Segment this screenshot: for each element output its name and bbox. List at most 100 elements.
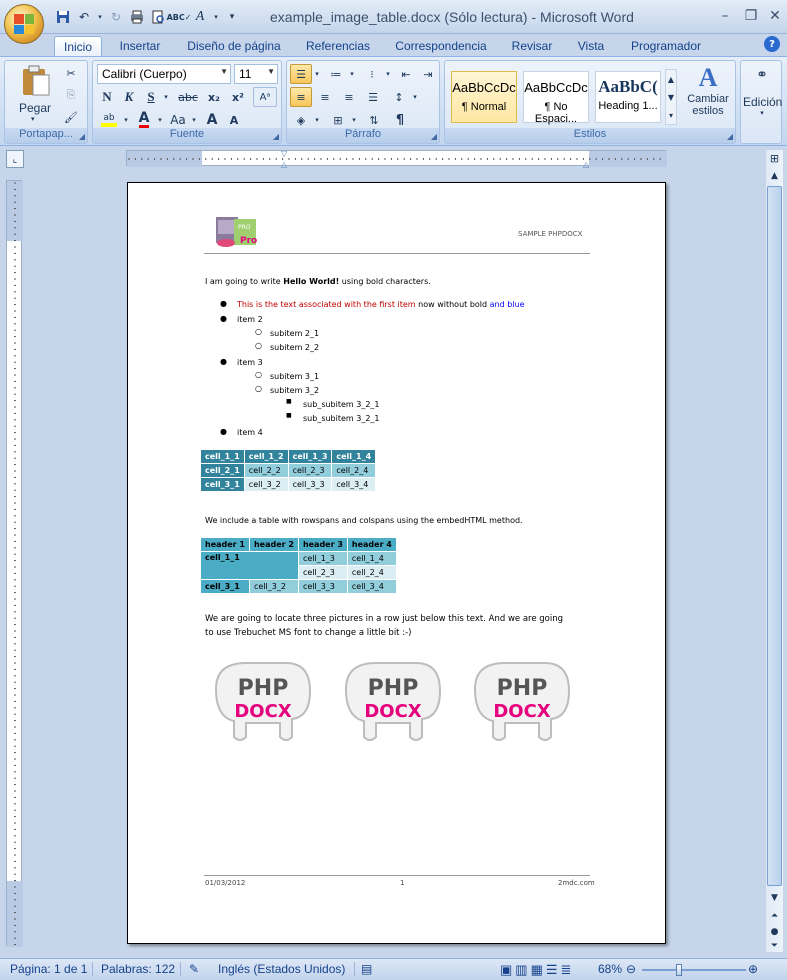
table-cell[interactable]: cell_1_1 — [200, 551, 299, 580]
borders-dropdown-icon[interactable]: ▾ — [349, 110, 359, 130]
change-case-button[interactable]: Aa — [167, 110, 189, 130]
tab-vista[interactable]: Vista — [572, 36, 610, 58]
first-line-indent-icon[interactable]: ▽ — [281, 149, 291, 158]
restore-icon[interactable]: ❐ — [740, 7, 762, 25]
tab-diseno-pagina[interactable]: Diseño de página — [182, 36, 286, 58]
next-page-icon[interactable]: ⏷ — [766, 938, 783, 954]
style-normal[interactable]: AaBbCcDc ¶ Normal — [451, 71, 517, 123]
scroll-up-icon[interactable]: ▲ — [766, 168, 783, 184]
format-painter-icon[interactable]: 🖌 — [61, 107, 81, 127]
zoom-slider[interactable] — [642, 969, 746, 971]
previous-page-icon[interactable]: ⏶ — [766, 908, 783, 924]
change-styles-button[interactable]: A Cambiar estilos — [681, 63, 735, 127]
tab-programador[interactable]: Programador — [626, 36, 706, 58]
table-cell[interactable]: cell_1_1 — [200, 449, 245, 464]
justify-icon[interactable]: ☰ — [362, 87, 384, 107]
bullets-icon[interactable]: ☰ — [290, 64, 312, 84]
table-cell[interactable]: cell_3_2 — [248, 579, 299, 594]
document-page[interactable]: PRO Pro SAMPLE PHPDOCX I am going to writ… — [127, 182, 666, 944]
table-cell[interactable]: cell_3_1 — [200, 477, 245, 492]
table-cell[interactable]: cell_2_4 — [346, 565, 397, 580]
macro-record-icon[interactable]: ▤ — [354, 962, 372, 976]
customize-toolbar-icon[interactable]: ▾ — [223, 8, 241, 26]
scroll-down-icon[interactable]: ▼ — [668, 93, 674, 102]
table-cell[interactable]: cell_1_3 — [297, 551, 348, 566]
horizontal-ruler[interactable]: ▽ △ △ — [126, 149, 667, 169]
status-words[interactable]: Palabras: 122 — [92, 962, 175, 976]
dropdown-icon[interactable]: ▾ — [212, 8, 220, 26]
align-left-icon[interactable]: ≡ — [290, 87, 312, 107]
table-cell[interactable]: cell_3_4 — [331, 477, 377, 492]
superscript-button[interactable]: x² — [227, 87, 249, 107]
paragraph-launcher-icon[interactable]: ◢ — [431, 132, 437, 141]
table-cell[interactable]: cell_1_4 — [346, 551, 397, 566]
decrease-indent-icon[interactable]: ⇤ — [395, 64, 417, 84]
underline-button[interactable]: S — [141, 87, 161, 107]
clear-format-icon[interactable]: Aᵃ — [253, 87, 277, 107]
increase-indent-icon[interactable]: ⇥ — [417, 64, 439, 84]
view-buttons[interactable]: ▣▥▦☰≣ — [500, 962, 574, 978]
table-cell[interactable]: cell_1_3 — [287, 449, 333, 464]
print-icon[interactable] — [128, 8, 146, 26]
cut-icon[interactable]: ✂ — [61, 63, 81, 83]
table-cell[interactable]: cell_3_4 — [346, 579, 397, 594]
zoom-level[interactable]: 68% — [598, 962, 622, 976]
close-icon[interactable]: ✕ — [764, 7, 786, 25]
table-cell[interactable]: cell_3_3 — [297, 579, 348, 594]
vertical-ruler[interactable] — [6, 180, 23, 947]
scroll-thumb[interactable] — [767, 186, 782, 886]
hanging-indent-icon[interactable]: △ — [281, 160, 291, 169]
phpdocx-elephant-image[interactable]: PHP DOCX — [465, 659, 573, 743]
numbering-icon[interactable]: ≔ — [325, 64, 347, 84]
tab-insertar[interactable]: Insertar — [112, 36, 168, 58]
phpdocx-elephant-image[interactable]: PHP DOCX — [206, 659, 314, 743]
table-header-cell[interactable]: header 4 — [346, 537, 397, 552]
print-preview-icon[interactable] — [149, 8, 167, 26]
table-header-cell[interactable]: header 3 — [297, 537, 348, 552]
sort-icon[interactable]: ⇅ — [363, 110, 385, 130]
font-size-combo[interactable]: 11 ▼ — [234, 64, 278, 84]
style-heading-1[interactable]: AaBbC(Heading 1... — [595, 71, 661, 123]
status-page[interactable]: Página: 1 de 1 — [10, 962, 87, 976]
show-marks-icon[interactable]: ¶ — [389, 110, 411, 130]
phpdocx-elephant-image[interactable]: PHP DOCX — [336, 659, 444, 743]
print-layout-icon[interactable]: ▣ — [500, 962, 515, 977]
vertical-scrollbar[interactable]: ⊞ ▲ ▼ ⏶ ● ⏷ — [766, 150, 783, 952]
table-header-cell[interactable]: header 1 — [200, 537, 250, 552]
highlight-dropdown-icon[interactable]: ▾ — [121, 110, 131, 130]
bold-button[interactable]: N — [97, 87, 117, 107]
align-right-icon[interactable]: ≡ — [338, 87, 360, 107]
font-color-dropdown-icon[interactable]: ▾ — [155, 110, 165, 130]
table-cell[interactable]: cell_2_3 — [287, 463, 333, 478]
styles-scroll[interactable]: ▲ ▼ ▾ — [665, 69, 677, 125]
more-icon[interactable]: ▾ — [669, 111, 673, 120]
tab-selector[interactable]: ⌞ — [6, 150, 24, 168]
strikethrough-button[interactable]: abc — [175, 87, 201, 107]
minimize-icon[interactable]: – — [714, 7, 736, 25]
style-no-spacing[interactable]: AaBbCcDc ¶ No Espaci... — [523, 71, 589, 125]
table-cell[interactable]: cell_1_4 — [331, 449, 377, 464]
tab-referencias[interactable]: Referencias — [300, 36, 376, 58]
table-cell[interactable]: cell_2_4 — [331, 463, 377, 478]
help-icon[interactable]: ? — [764, 36, 780, 52]
copy-icon[interactable]: ⎘ — [61, 85, 81, 105]
italic-button[interactable]: K — [119, 87, 139, 107]
scroll-down-icon[interactable]: ▼ — [766, 890, 783, 906]
zoom-in-icon[interactable]: ⊕ — [748, 962, 758, 976]
zoom-slider-thumb[interactable] — [676, 964, 682, 976]
table-cell[interactable]: cell_3_1 — [200, 579, 250, 594]
spelling-icon[interactable]: ABC✓ — [167, 8, 192, 26]
office-button[interactable] — [4, 4, 44, 44]
undo-dropdown-icon[interactable]: ▾ — [96, 8, 104, 26]
tab-correspondencia[interactable]: Correspondencia — [392, 36, 490, 58]
table-cell[interactable]: cell_2_1 — [200, 463, 245, 478]
web-layout-icon[interactable]: ▦ — [531, 962, 546, 977]
ruler-toggle-icon[interactable]: ⊞ — [766, 150, 783, 166]
table-2[interactable]: header 1 header 2 header 3 header 4 cell… — [200, 537, 397, 594]
tab-inicio[interactable]: Inicio — [54, 36, 102, 58]
spell-check-icon[interactable]: ✎ — [180, 962, 199, 976]
multilevel-dropdown-icon[interactable]: ▾ — [383, 64, 393, 84]
table-cell[interactable]: cell_1_2 — [243, 449, 289, 464]
font-name-combo[interactable]: Calibri (Cuerpo) ▼ — [97, 64, 231, 84]
borders-icon[interactable]: ⊞ — [327, 110, 349, 130]
